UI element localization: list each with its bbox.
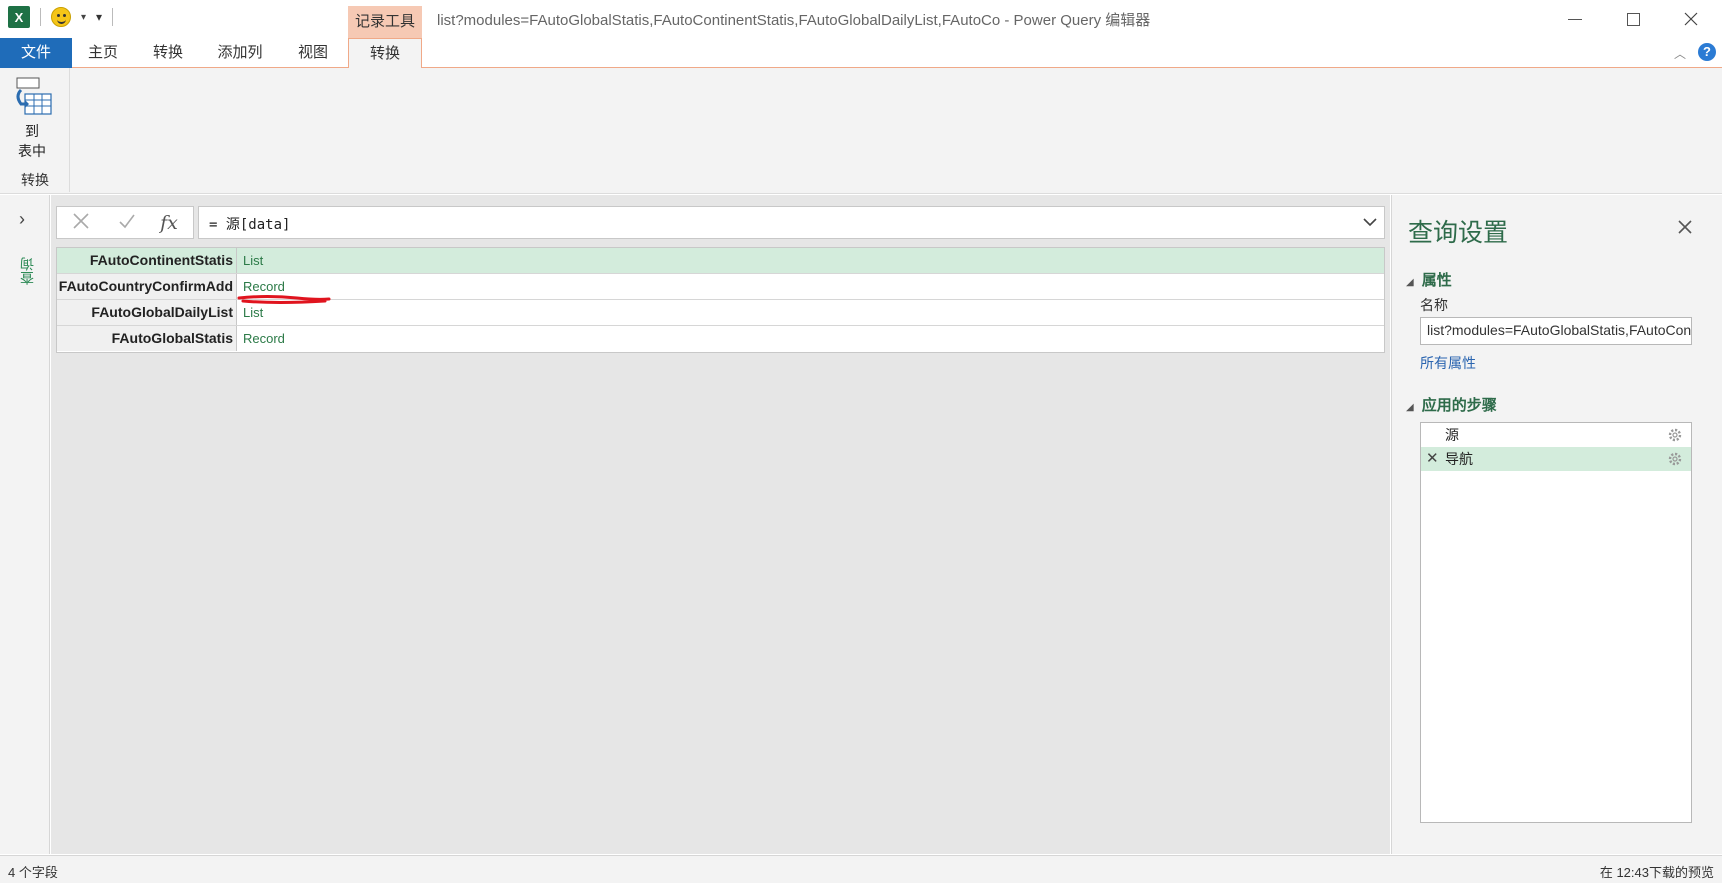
tab-transform[interactable]: 转换 (145, 38, 191, 68)
tab-home[interactable]: 主页 (80, 38, 126, 68)
query-settings-title: 查询设置 (1408, 219, 1509, 247)
record-field-name: FAutoContinentStatis (57, 248, 237, 273)
query-settings-pane: 查询设置 ◢ 属性 名称 list?modules=FAutoGlobalStat… (1391, 195, 1722, 854)
step-label: 源 (1445, 427, 1459, 443)
title-bar: X ▾ ▾ 记录工具 list?modules=FAutoGlobalStati… (0, 0, 1722, 38)
formula-cancel-button[interactable] (69, 212, 93, 234)
delete-step-icon[interactable]: ✕ (1426, 447, 1440, 471)
name-label: 名称 (1420, 297, 1448, 313)
insert-function-button[interactable]: fx (157, 212, 181, 234)
ribbon: 到 表中 转换 (0, 68, 1722, 194)
help-icon[interactable]: ? (1698, 43, 1716, 61)
formula-text[interactable]: = 源[data] (209, 214, 290, 234)
excel-logo-icon: X (8, 6, 30, 28)
preview-download-status: 在 12:43下载的预览 (1599, 865, 1714, 880)
applied-steps-list: 源 ✕ 导航 (1420, 422, 1692, 823)
record-value-link[interactable]: List (243, 248, 263, 273)
field-count-status: 4 个字段 (8, 865, 58, 880)
collapse-triangle-icon: ◢ (1406, 277, 1414, 288)
close-icon[interactable] (1675, 217, 1695, 237)
minimize-icon (1568, 18, 1582, 20)
query-name-field[interactable]: list?modules=FAutoGlobalStatis,FAutoCont… (1420, 317, 1692, 345)
record-value-link[interactable]: Record (243, 326, 285, 351)
properties-header-label: 属性 (1421, 272, 1452, 289)
check-icon (119, 214, 135, 229)
step-item-source[interactable]: 源 (1421, 423, 1691, 447)
expand-queries-chevron-icon[interactable]: › (19, 209, 25, 230)
applied-steps-section-header[interactable]: ◢ 应用的步骤 (1406, 394, 1497, 415)
step-item-navigation[interactable]: ✕ 导航 (1421, 447, 1691, 471)
tab-view[interactable]: 视图 (290, 38, 336, 68)
gear-icon[interactable] (1667, 427, 1683, 443)
formula-buttons: fx (56, 206, 194, 239)
toolbar-divider (40, 8, 41, 26)
close-icon (73, 213, 89, 229)
tab-record-transform[interactable]: 转换 (348, 38, 422, 69)
collapse-triangle-icon: ◢ (1406, 402, 1414, 413)
properties-section-header[interactable]: ◢ 属性 (1406, 269, 1452, 290)
maximize-button[interactable] (1608, 0, 1658, 38)
to-table-label-line1: 到 (25, 123, 39, 139)
record-field-name: FAutoGlobalStatis (57, 326, 237, 351)
feedback-dropdown-icon[interactable]: ▾ (81, 12, 86, 23)
collapse-ribbon-icon[interactable]: ︿ (1674, 45, 1686, 62)
close-icon (1684, 12, 1698, 26)
customize-toolbar-icon[interactable]: ▾ (96, 10, 102, 24)
to-table-label-line2: 表中 (18, 143, 46, 159)
formula-bar[interactable]: = 源[data] (198, 206, 1385, 239)
toolbar-divider (112, 8, 114, 26)
queries-pane-label[interactable]: 查询 (17, 257, 35, 285)
step-label: 导航 (1445, 451, 1473, 467)
tab-add-column[interactable]: 添加列 (210, 38, 270, 68)
red-underline-annotation (237, 295, 331, 304)
quick-access-toolbar: X ▾ ▾ (8, 6, 114, 28)
queries-pane-collapsed: › 查询 (0, 195, 50, 854)
smiley-feedback-icon[interactable] (51, 7, 71, 27)
minimize-button[interactable] (1550, 0, 1600, 38)
ribbon-tabs: 文件 主页 转换 添加列 视图 转换 (0, 38, 1722, 69)
all-properties-link[interactable]: 所有属性 (1420, 353, 1476, 373)
to-table-button[interactable]: 到 表中 (8, 76, 56, 166)
formula-commit-button[interactable] (115, 212, 139, 234)
record-field-name: FAutoCountryConfirmAdd (57, 274, 237, 299)
close-window-button[interactable] (1666, 0, 1716, 38)
record-row[interactable]: FAutoGlobalStatis Record (57, 326, 1384, 352)
record-field-name: FAutoGlobalDailyList (57, 300, 237, 325)
tab-file[interactable]: 文件 (0, 38, 72, 68)
record-row[interactable]: FAutoContinentStatis List (57, 248, 1384, 274)
maximize-icon (1626, 12, 1640, 26)
applied-steps-header-label: 应用的步骤 (1421, 397, 1497, 414)
chevron-down-icon[interactable] (1362, 214, 1378, 230)
group-label-transform: 转换 (21, 172, 49, 188)
status-bar: 4 个字段 在 12:43下载的预览 (0, 855, 1722, 883)
gear-icon[interactable] (1667, 451, 1683, 467)
record-tools-tab-group: 记录工具 (348, 6, 422, 38)
transform-group: 到 表中 转换 (0, 68, 70, 192)
to-table-icon (16, 77, 52, 115)
window-title: list?modules=FAutoGlobalStatis,FAutoCont… (437, 12, 1151, 29)
